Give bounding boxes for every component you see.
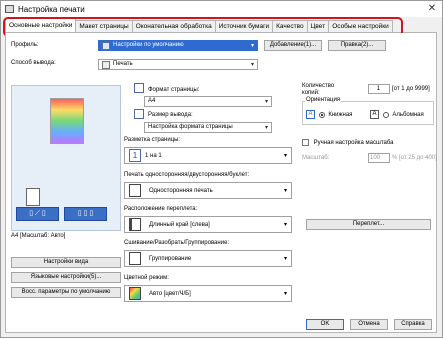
manual-scaling-option[interactable]: Ручная настройка масштаба <box>302 139 393 146</box>
cancel-button[interactable]: Отмена <box>350 319 388 330</box>
landscape-icon: A <box>370 110 379 119</box>
copies-spinner[interactable]: 1 <box>368 84 390 94</box>
chevron-down-icon: ▾ <box>283 188 287 194</box>
color-select[interactable]: Авто [цвет/Ч/Б] ▾ <box>124 285 292 302</box>
landscape-option[interactable]: A Альбомная <box>370 110 424 119</box>
chevron-down-icon: ▾ <box>283 256 287 262</box>
manual-scaling-checkbox[interactable] <box>302 139 309 146</box>
duplex-label: Печать односторонняя/двусторонняя/буклет… <box>124 172 250 178</box>
scaling-range: % [от 25 до 400] <box>392 155 437 161</box>
print-style-icons[interactable]: ▯ ⟋ ▯ <box>16 207 59 221</box>
duplex-select[interactable]: Односторонняя печать ▾ <box>124 182 292 199</box>
finishing-label: Сшивание/Разобрать/Группирование: <box>124 240 230 246</box>
window-title: Настройка печати <box>18 4 85 14</box>
print-icon <box>102 60 110 69</box>
restore-defaults-button[interactable]: Восс. параметры по умолчанию <box>11 287 121 298</box>
profile-edit-button[interactable]: Правка(2)... <box>328 40 386 51</box>
chevron-down-icon: ▾ <box>283 153 287 159</box>
output-select[interactable]: Печать ▾ <box>98 59 258 70</box>
preview-caption: A4 [Масштаб: Авто] <box>11 233 66 239</box>
ok-button[interactable]: OK <box>306 319 344 330</box>
chevron-down-icon: ▾ <box>283 222 287 228</box>
page-size-label: Формат страницы: <box>148 87 200 93</box>
copies-value: 1 <box>376 86 380 92</box>
output-size-value: Настройка формата страницы <box>148 124 233 130</box>
help-button[interactable]: Справка <box>394 319 432 330</box>
view-settings-button[interactable]: Настройки вида <box>11 257 121 268</box>
chevron-down-icon: ▾ <box>264 99 268 105</box>
profile-select[interactable]: Настройки по умолчанию ▾ <box>98 40 258 51</box>
binding-icon <box>129 218 141 231</box>
scaling-value: 100 <box>369 155 380 161</box>
finishing-select[interactable]: Группирование ▾ <box>124 250 292 267</box>
layout-select[interactable]: 1 1 на 1 ▾ <box>124 147 292 164</box>
close-icon[interactable]: ✕ <box>426 3 438 15</box>
layout-value: 1 на 1 <box>145 152 162 159</box>
printer-icon <box>5 5 14 13</box>
finishing-value: Группирование <box>149 255 192 262</box>
output-size-select[interactable]: Настройка формата страницы ▾ <box>144 122 272 133</box>
color-label: Цветной режим: <box>124 275 169 281</box>
scaling-spinner[interactable]: 100 <box>368 153 390 163</box>
layout-icon: 1 <box>129 149 141 162</box>
page-size-icon <box>134 83 144 93</box>
profile-add-button[interactable]: Добавление(1)... <box>264 40 322 51</box>
orientation-label: Ориентация <box>305 97 342 103</box>
portrait-label: Книжная <box>328 112 353 119</box>
landscape-label: Альбомная <box>392 112 424 119</box>
chevron-down-icon: ▾ <box>250 62 254 68</box>
portrait-option[interactable]: A Книжная <box>306 110 352 119</box>
scaling-label: Масштаб: <box>302 155 330 161</box>
grouping-icon <box>129 252 141 265</box>
copies-label: Количество копий: <box>302 83 335 96</box>
profile-icon <box>102 41 110 50</box>
binding-value: Длинный край [слева] <box>149 221 210 228</box>
duplex-value: Односторонняя печать <box>149 187 213 194</box>
paper-tray-icon <box>26 188 40 206</box>
chevron-down-icon: ▾ <box>283 291 287 297</box>
preview-paper <box>50 98 84 144</box>
manual-scaling-label: Ручная настройка масштаба <box>313 140 394 147</box>
color-mode-icon <box>129 287 141 300</box>
binding-select[interactable]: Длинный край [слева] ▾ <box>124 216 292 233</box>
color-value: Авто [цвет/Ч/Б] <box>149 290 191 297</box>
portrait-icon: A <box>306 110 315 119</box>
output-size-icon <box>134 109 144 119</box>
basic-settings-panel: Профиль: Настройки по умолчанию ▾ Добавл… <box>5 33 437 333</box>
output-size-label: Размер вывода: <box>148 112 193 118</box>
page-size-value: A4 <box>148 98 156 104</box>
page-preview: ▯ ⟋ ▯ ▯ ▯ ▯ <box>11 85 121 231</box>
language-settings-button[interactable]: Языковые настройки(5)... <box>11 272 121 283</box>
finishing-icons[interactable]: ▯ ▯ ▯ <box>64 207 107 221</box>
chevron-down-icon: ▾ <box>264 125 268 131</box>
binding-label: Расположение переплета: <box>124 206 198 212</box>
output-label: Способ вывода: <box>11 60 56 66</box>
portrait-radio[interactable] <box>318 111 325 118</box>
simplex-icon <box>129 184 141 197</box>
chevron-down-icon: ▾ <box>250 43 254 49</box>
layout-label: Разметка страницы: <box>124 137 181 143</box>
copies-range: [от 1 до 9999] <box>392 86 430 92</box>
title-bar: Настройка печати ✕ <box>1 1 442 17</box>
gutter-button[interactable]: Переплет... <box>306 219 431 230</box>
page-size-select[interactable]: A4 ▾ <box>144 96 272 107</box>
print-settings-window: Настройка печати ✕ Основные настройки Ма… <box>0 0 443 338</box>
profile-value: Настройки по умолчанию <box>113 42 184 48</box>
output-value: Печать <box>113 61 133 67</box>
profile-label: Профиль: <box>11 42 39 48</box>
landscape-radio[interactable] <box>382 111 389 118</box>
